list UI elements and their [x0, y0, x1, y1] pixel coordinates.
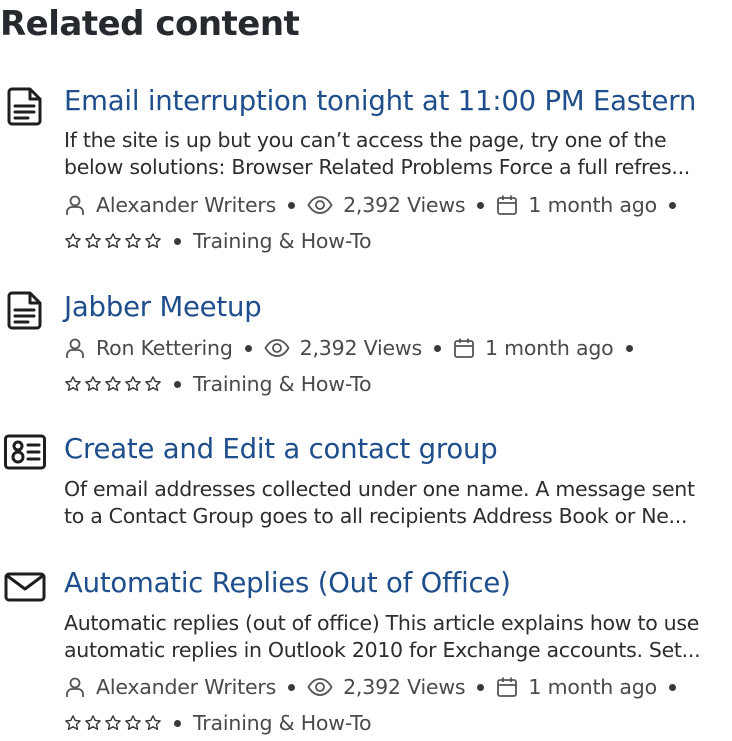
separator-dot [174, 237, 181, 245]
star-outline-icon[interactable] [144, 375, 162, 393]
eye-icon [307, 676, 333, 698]
contact-card-icon [4, 431, 46, 473]
item-title-link[interactable]: Email interruption tonight at 11:00 PM E… [64, 83, 696, 119]
category-label[interactable]: Training & How-To [193, 366, 372, 402]
item-excerpt: Of email addresses collected under one n… [64, 476, 730, 530]
excerpt-line: automatic replies in Outlook 2010 for Ex… [64, 638, 701, 662]
separator-dot [288, 201, 296, 209]
related-item: Create and Edit a contact group Of email… [0, 431, 732, 541]
excerpt-line: below solutions: Browser Related Problem… [64, 155, 691, 179]
document-icon [4, 289, 46, 331]
star-outline-icon[interactable] [124, 375, 142, 393]
star-outline-icon[interactable] [64, 375, 82, 393]
star-rating[interactable] [64, 375, 162, 393]
star-outline-icon[interactable] [104, 232, 122, 250]
excerpt-line: If the site is up but you can’t access t… [64, 128, 667, 152]
document-icon [4, 85, 46, 127]
star-rating[interactable] [64, 714, 162, 732]
calendar-icon [453, 337, 475, 359]
star-rating[interactable] [64, 232, 162, 250]
related-item: Email interruption tonight at 11:00 PM E… [0, 83, 732, 273]
post-date: 1 month ago [484, 336, 614, 360]
section-title: Related content [0, 4, 300, 44]
view-count: 2,392 Views [343, 675, 466, 699]
view-count: 2,392 Views [343, 193, 466, 217]
item-meta: Ron Kettering 2,392 Views 1 month ago Tr… [64, 330, 730, 402]
separator-dot [668, 201, 676, 209]
user-icon [64, 337, 86, 359]
excerpt-line: to a Contact Group goes to all recipient… [64, 504, 688, 528]
separator-dot [174, 380, 181, 388]
author-name[interactable]: Alexander Writers [96, 669, 276, 705]
item-title-link[interactable]: Jabber Meetup [64, 289, 262, 325]
star-outline-icon[interactable] [104, 375, 122, 393]
separator-dot [477, 683, 485, 691]
post-date: 1 month ago [528, 675, 657, 699]
user-icon [64, 194, 86, 216]
calendar-icon [496, 194, 518, 216]
star-outline-icon[interactable] [124, 714, 142, 732]
post-date: 1 month ago [528, 193, 657, 217]
eye-icon [307, 194, 333, 216]
separator-dot [174, 719, 181, 727]
item-title-link[interactable]: Create and Edit a contact group [64, 431, 498, 467]
item-excerpt: If the site is up but you can’t access t… [64, 127, 730, 181]
separator-dot [433, 344, 441, 352]
item-meta: Alexander Writers 2,392 Views 1 month ag… [64, 669, 730, 741]
star-outline-icon[interactable] [104, 714, 122, 732]
category-label[interactable]: Training & How-To [193, 705, 372, 741]
item-excerpt: Automatic replies (out of office) This a… [64, 610, 730, 664]
related-content-panel: Related content Email interruption tonig… [0, 0, 732, 737]
excerpt-line: Automatic replies (out of office) This a… [64, 611, 700, 635]
item-title-link[interactable]: Automatic Replies (Out of Office) [64, 565, 511, 601]
separator-dot [477, 201, 485, 209]
star-outline-icon[interactable] [84, 232, 102, 250]
star-outline-icon[interactable] [84, 714, 102, 732]
related-item: Automatic Replies (Out of Office) Automa… [0, 565, 732, 737]
user-icon [64, 676, 86, 698]
separator-dot [668, 683, 676, 691]
related-item: Jabber Meetup Ron Kettering 2,392 Views … [0, 289, 732, 409]
star-outline-icon[interactable] [124, 232, 142, 250]
calendar-icon [496, 676, 518, 698]
star-outline-icon[interactable] [144, 714, 162, 732]
eye-icon [264, 337, 290, 359]
star-outline-icon[interactable] [64, 232, 82, 250]
item-meta: Alexander Writers 2,392 Views 1 month ag… [64, 187, 730, 259]
separator-dot [625, 344, 633, 352]
category-label[interactable]: Training & How-To [193, 223, 372, 259]
author-name[interactable]: Ron Kettering [96, 330, 233, 366]
envelope-icon [4, 565, 46, 607]
star-outline-icon[interactable] [64, 714, 82, 732]
star-outline-icon[interactable] [84, 375, 102, 393]
star-outline-icon[interactable] [144, 232, 162, 250]
excerpt-line: Of email addresses collected under one n… [64, 477, 695, 501]
separator-dot [288, 683, 296, 691]
view-count: 2,392 Views [299, 336, 423, 360]
separator-dot [244, 344, 252, 352]
author-name[interactable]: Alexander Writers [96, 187, 276, 223]
